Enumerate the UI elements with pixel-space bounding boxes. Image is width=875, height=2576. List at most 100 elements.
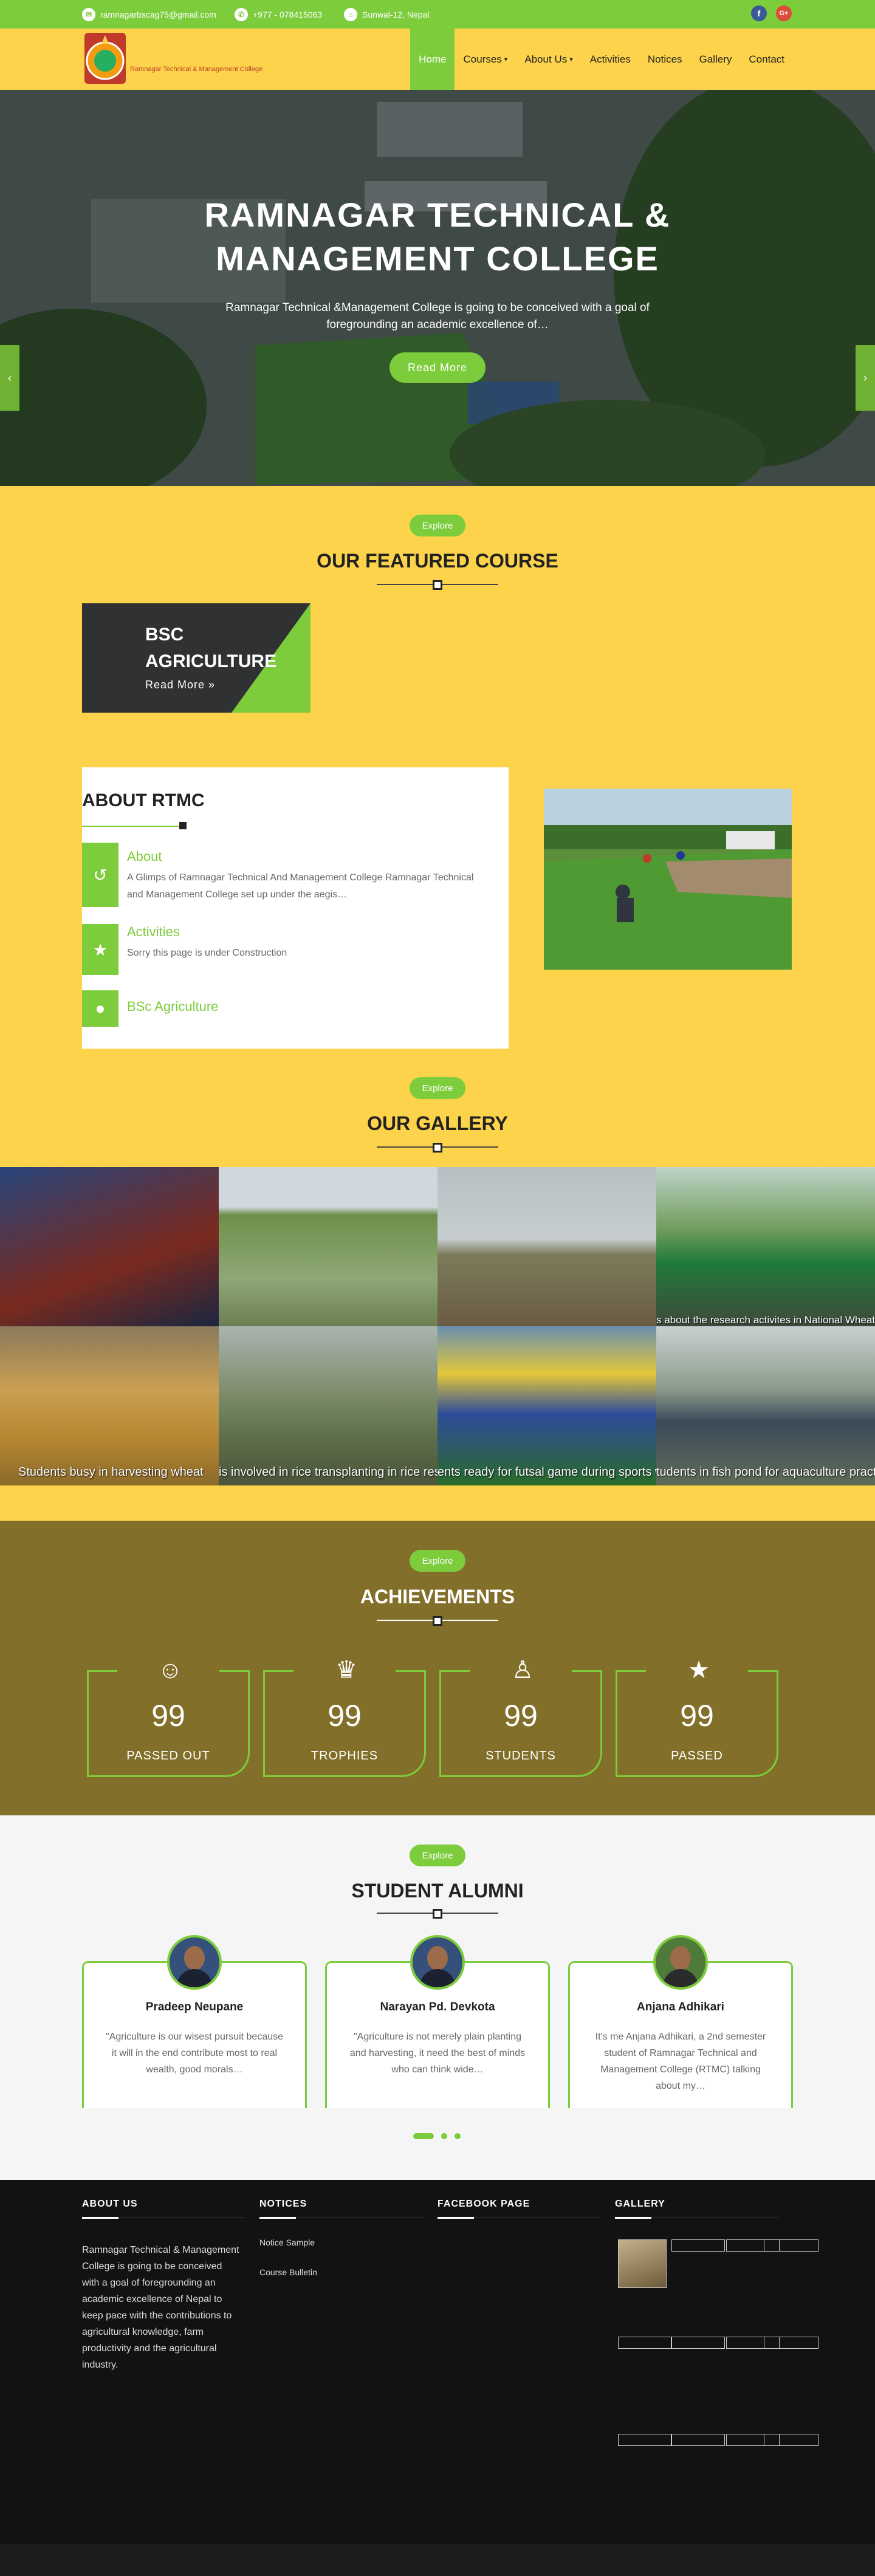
contact-location: ⌂ Sunwal-12, Nepal [344, 8, 430, 21]
alumni-quote: "Agriculture is not merely plain plantin… [349, 2032, 526, 2075]
achievement-card-passed-out: ☺ 99 PASSED OUT [87, 1657, 250, 1777]
footer-gallery-thumb[interactable] [618, 2239, 667, 2288]
footer-facebook-heading: FACEBOOK PAGE [437, 2199, 530, 2209]
notice-link[interactable]: Notice Sample [259, 2238, 315, 2247]
college-logo[interactable] [82, 30, 128, 86]
hero-subtitle: Ramnagar Technical &Management College i… [225, 301, 650, 331]
about-title: ABOUT RTMC [82, 790, 205, 810]
avatar [410, 1935, 465, 1990]
carousel-dot-active[interactable] [413, 2133, 434, 2139]
hero-read-more-button[interactable]: Read More [389, 352, 486, 383]
location-text: Sunwal-12, Nepal [362, 10, 430, 19]
nav-contact[interactable]: Contact [740, 29, 793, 90]
achievement-label: STUDENTS [486, 1749, 556, 1762]
achievement-label: TROPHIES [311, 1749, 379, 1762]
star-icon: ★ [688, 1657, 710, 1684]
gallery-image-rice-field[interactable] [219, 1167, 437, 1326]
footer-bottom-bar [0, 2544, 875, 2576]
star-icon: ★ [82, 924, 118, 975]
achievement-card-students: ♙ 99 STUDENTS [439, 1657, 602, 1777]
gallery-image-greenhouse[interactable] [437, 1167, 656, 1326]
avatar [653, 1935, 708, 1990]
nav-activities[interactable]: Activities [582, 29, 639, 90]
explore-pill: Explore [410, 1550, 465, 1572]
phone-icon: ✆ [235, 8, 248, 21]
achievement-card-passed: ★ 99 PASSED [616, 1657, 778, 1777]
footer-gallery-thumb[interactable] [671, 2337, 725, 2349]
course-card-bsc-agriculture[interactable]: BSC AGRICULTURE Read More » [82, 603, 311, 713]
contact-phone[interactable]: ✆ +977 - 078415063 [235, 8, 322, 21]
facebook-icon[interactable]: f [751, 5, 767, 21]
about-photo-field-work [544, 789, 792, 970]
about-item-title[interactable]: Activities [127, 924, 180, 940]
notice-link[interactable]: Course Bulletin [259, 2267, 317, 2277]
gallery-caption: ents ready for futsal game during sports… [437, 1465, 656, 1479]
about-item-text: A Glimps of Ramnagar Technical And Manag… [127, 872, 474, 900]
footer-gallery-thumb[interactable] [618, 2434, 671, 2446]
footer-gallery-thumb[interactable] [671, 2434, 725, 2446]
carousel-dot[interactable] [455, 2133, 461, 2139]
child-icon: ☺ [157, 1656, 183, 1684]
chevron-right-icon: › [863, 371, 867, 384]
gallery-image-futsal-team[interactable]: ents ready for futsal game during sports… [437, 1326, 656, 1485]
course-read-more-link[interactable]: Read More » [145, 679, 215, 691]
footer-gallery-thumb[interactable] [618, 2337, 671, 2349]
slider-prev-button[interactable]: ‹ [0, 345, 19, 411]
explore-pill: Explore [410, 515, 465, 536]
gallery-caption: is involved in rice transplanting in ric… [219, 1465, 437, 1479]
gallery-caption: Students busy in harvesting wheat [18, 1465, 204, 1479]
explore-pill: Explore [410, 1845, 465, 1866]
section-divider [377, 580, 498, 590]
alumni-name: Anjana Adhikari [637, 2001, 724, 2013]
carousel-dot[interactable] [441, 2133, 447, 2139]
logo-text: Ramnagar Technical & Management College [130, 66, 263, 73]
footer-gallery-thumb[interactable] [764, 2239, 818, 2252]
footer-gallery-thumb[interactable] [671, 2239, 725, 2252]
nav-about-us[interactable]: About Us ▾ [516, 29, 581, 90]
gallery-image-fish-pond[interactable]: tudents in fish pond for aquaculture pra… [656, 1326, 875, 1485]
section-divider [377, 1143, 498, 1153]
gallery-caption: tudents in fish pond for aquaculture pra… [656, 1465, 875, 1479]
footer-gallery-thumb[interactable] [764, 2337, 818, 2349]
footer-gallery-heading: GALLERY [615, 2199, 665, 2209]
section-divider [377, 1616, 498, 1626]
gallery-image-classroom[interactable] [0, 1167, 219, 1326]
history-icon: ↺ [82, 843, 118, 907]
nav-home[interactable]: Home [410, 29, 455, 90]
nav-notices[interactable]: Notices [639, 29, 691, 90]
gallery-image-research-visit[interactable]: s about the research activites in Nation… [656, 1167, 875, 1326]
achievements-title: ACHIEVEMENTS [360, 1586, 515, 1608]
avatar [167, 1935, 222, 1990]
course-name: BSC AGRICULTURE [145, 625, 277, 671]
footer-gallery-thumb[interactable] [764, 2434, 818, 2446]
achievement-value: 99 [151, 1699, 185, 1733]
alumni-name: Narayan Pd. Devkota [380, 2001, 495, 2013]
main-nav: Home Courses ▾ About Us ▾ Activities Notic… [410, 29, 793, 90]
achievement-label: PASSED [671, 1749, 723, 1762]
about-item-text: Sorry this page is under Construction [127, 948, 287, 958]
contact-email[interactable]: ✉ ramnagarbscag75@gmail.com [82, 8, 216, 21]
nav-courses[interactable]: Courses ▾ [455, 29, 516, 90]
alumni-quote: "Agriculture is our wisest pursuit becau… [105, 2032, 284, 2075]
featured-title: OUR FEATURED COURSE [317, 550, 558, 572]
google-plus-icon[interactable]: G+ [776, 5, 792, 21]
user-outline-icon: ♙ [512, 1657, 534, 1684]
footer-about-heading: ABOUT US [82, 2199, 138, 2209]
about-underline [82, 826, 185, 827]
about-panel: ABOUT RTMC ↺ About A Glimps of Ramnagar … [82, 767, 509, 1049]
alumni-title: STUDENT ALUMNI [351, 1880, 524, 1902]
achievement-value: 99 [680, 1699, 714, 1733]
footer-about-text: Ramnagar Technical & Management College … [82, 2245, 239, 2370]
trophy-icon: ♛ [335, 1657, 357, 1684]
gallery-image-rice-transplanting[interactable]: is involved in rice transplanting in ric… [219, 1326, 437, 1485]
nav-gallery[interactable]: Gallery [691, 29, 741, 90]
gallery-image-harvesting[interactable]: Students busy in harvesting wheat [0, 1326, 219, 1485]
chevron-down-icon: ▾ [504, 56, 508, 63]
explore-pill: Explore [410, 1077, 465, 1099]
about-item-title[interactable]: About [127, 849, 162, 865]
about-item-title[interactable]: BSc Agriculture [127, 999, 218, 1015]
alumni-name: Pradeep Neupane [145, 2001, 244, 2013]
user-icon: ● [82, 990, 118, 1027]
slider-next-button[interactable]: › [856, 345, 875, 411]
chevron-down-icon: ▾ [569, 56, 573, 63]
